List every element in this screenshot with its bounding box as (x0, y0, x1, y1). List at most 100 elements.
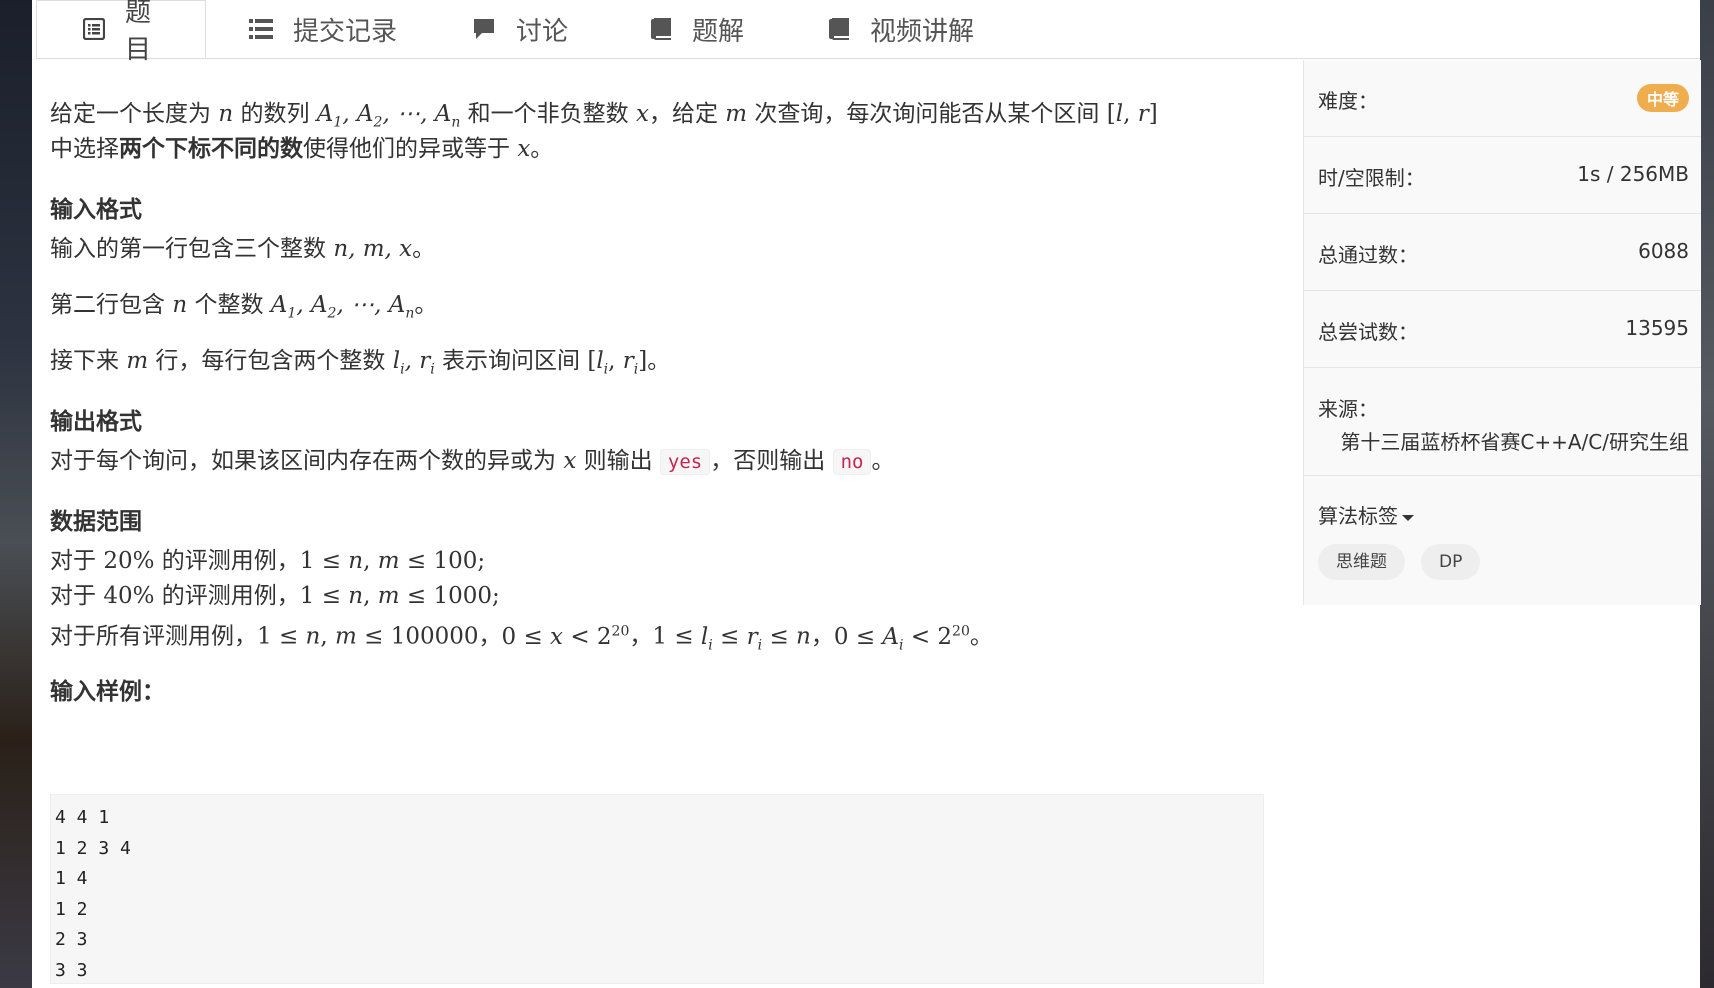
book-icon (650, 17, 672, 41)
caret-down-icon (1402, 514, 1414, 521)
output-format-heading: 输出格式 (50, 409, 142, 435)
math: 1 ≤ li ≤ ri ≤ n (652, 623, 811, 654)
text: 对于 (50, 548, 104, 574)
limit-label: 时/空限制： (1318, 166, 1425, 190)
math: A1, A2, ⋯, An (270, 292, 415, 322)
tab-discussion[interactable]: 讨论 (472, 0, 568, 58)
desktop-background-left (0, 0, 32, 988)
text: ， (478, 623, 502, 650)
math: n, m, x (333, 236, 413, 262)
text: 次查询，每次询问能否从某个区间 (747, 101, 1107, 127)
inline-code-no: no (832, 449, 872, 475)
data-range-heading: 数据范围 (50, 509, 142, 535)
tab-problem[interactable]: 题目 (36, 0, 206, 65)
sample-input-heading: 输入样例： (50, 679, 165, 705)
text: 对于 (50, 583, 104, 609)
text: 。 (412, 236, 436, 262)
text: 。 (647, 348, 671, 374)
math: li, ri (392, 348, 435, 378)
math: n (218, 101, 234, 127)
sample-input-block: 4 4 1 1 2 3 4 1 4 1 2 2 3 3 3 (50, 794, 1264, 984)
tried-row: 总尝试数： 13595 (1304, 291, 1701, 368)
math: 0 ≤ x < 220 (501, 623, 630, 650)
math: x (517, 136, 531, 162)
math: x (563, 448, 577, 474)
passed-row: 总通过数： 6088 (1304, 214, 1701, 291)
text: 第二行包含 (50, 292, 173, 318)
math: 20% (103, 548, 155, 574)
math: [li, ri] (587, 348, 648, 378)
math: m (126, 348, 149, 374)
tab-solutions[interactable]: 题解 (650, 0, 744, 58)
math: 1 ≤ n, m ≤ 100000 (257, 623, 479, 650)
range-line-2: 对于 40% 的评测用例，1 ≤ n, m ≤ 1000; (50, 577, 500, 615)
sample-line: 2 3 (55, 929, 88, 950)
math: [l, r] (1106, 101, 1158, 127)
text: 对于每个询问，如果该区间内存在两个数的异或为 (50, 448, 564, 474)
passed-value: 6088 (1638, 239, 1689, 263)
input-format-heading: 输入格式 (50, 197, 142, 223)
tag-dp[interactable]: DP (1421, 544, 1481, 580)
math: 0 ≤ Ai < 220 (833, 623, 970, 654)
math: x (635, 101, 649, 127)
tried-label: 总尝试数： (1318, 320, 1418, 344)
text: 则输出 (576, 448, 660, 474)
source-row: 来源： 第十三届蓝桥杯省赛C++A/C/研究生组 (1304, 368, 1701, 476)
math: 1 ≤ n, m ≤ 1000; (299, 583, 500, 609)
text: ， (629, 623, 653, 650)
sample-line: 1 2 3 4 (55, 837, 131, 859)
tried-value: 13595 (1625, 316, 1689, 340)
input-line-2: 第二行包含 n 个整数 A1, A2, ⋯, An。 (50, 286, 437, 333)
math: 40% (103, 583, 155, 609)
problem-paragraph-2: 中选择两个下标不同的数使得他们的异或等于 x。 (50, 130, 553, 168)
inline-code-yes: yes (659, 449, 711, 475)
sample-line: 3 3 (55, 959, 88, 981)
tag-thinking[interactable]: 思维题 (1318, 544, 1405, 580)
list-icon (249, 18, 273, 40)
tab-submissions[interactable]: 提交记录 (249, 0, 397, 58)
text: 。 (530, 136, 554, 162)
math: m (725, 101, 748, 127)
range-line-3: 对于所有评测用例，1 ≤ n, m ≤ 100000，0 ≤ x < 220，1… (50, 612, 993, 664)
text: 。 (969, 623, 993, 650)
difficulty-badge: 中等 (1636, 84, 1689, 112)
math: 1 ≤ n, m ≤ 100; (299, 548, 486, 574)
text: 的评测用例， (154, 583, 300, 609)
limit-row: 时/空限制： 1s / 256MB (1304, 137, 1701, 214)
text: 表示询问区间 (434, 348, 588, 374)
tab-label: 题目 (125, 0, 152, 65)
text: 个整数 (187, 292, 271, 318)
text: 接下来 (50, 348, 127, 374)
problem-info-sidebar: 难度： 中等 时/空限制： 1s / 256MB 总通过数： 6088 总尝试数… (1303, 60, 1701, 605)
difficulty-label: 难度： (1318, 89, 1378, 113)
desktop-background-right (1700, 0, 1714, 988)
output-line: 对于每个询问，如果该区间内存在两个数的异或为 x 则输出 yes ，否则输出 no… (50, 442, 894, 481)
text: 中选择 (50, 136, 119, 162)
text: 。 (414, 292, 438, 318)
sample-line: 4 4 1 (55, 807, 110, 828)
tab-label: 视频讲解 (870, 16, 975, 47)
input-line-3: 接下来 m 行，每行包含两个整数 li, ri 表示询问区间 [li, ri]。 (50, 342, 670, 389)
difficulty-row: 难度： 中等 (1304, 60, 1701, 137)
tab-label: 题解 (692, 16, 745, 47)
algorithm-tags-toggle[interactable]: 算法标签 (1318, 500, 1414, 529)
text: 对于所有评测用例， (50, 623, 257, 650)
list-doc-icon (83, 18, 105, 40)
input-line-1: 输入的第一行包含三个整数 n, m, x。 (50, 230, 435, 268)
tab-label: 讨论 (516, 16, 569, 47)
text: 。 (871, 448, 895, 474)
text: ， (810, 623, 834, 650)
comment-icon (472, 17, 496, 41)
tab-label: 提交记录 (293, 16, 398, 47)
sample-line: 1 2 (55, 898, 88, 920)
text: 行，每行包含两个整数 (148, 348, 393, 374)
book-icon (828, 17, 850, 41)
text: 给定一个长度为 (50, 101, 219, 127)
bold-text: 两个下标不同的数 (119, 136, 303, 162)
source-label: 来源： (1318, 397, 1378, 421)
range-line-1: 对于 20% 的评测用例，1 ≤ n, m ≤ 100; (50, 542, 485, 580)
math: A1, A2, ⋯, An (316, 101, 461, 131)
tab-video[interactable]: 视频讲解 (828, 0, 974, 58)
algorithm-tags-label: 算法标签 (1318, 504, 1398, 528)
source-value[interactable]: 第十三届蓝桥杯省赛C++A/C/研究生组 (1340, 426, 1689, 455)
